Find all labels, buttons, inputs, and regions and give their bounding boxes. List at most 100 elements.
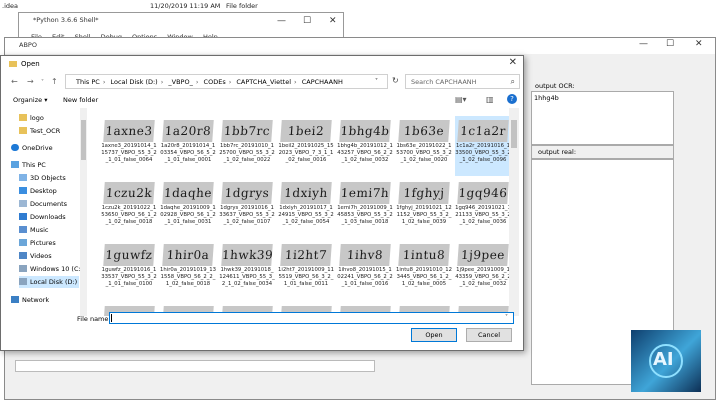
new-folder-button[interactable]: New folder [63,96,98,104]
file-tile[interactable]: 1axne3 1axne3_20191014_115737_VBPO_55_3_2… [101,116,157,176]
minimize-icon[interactable]: — [639,39,648,49]
view-options-icon[interactable]: ▤▾ [455,95,467,104]
captcha-thumbnail: 1hir0a [162,244,214,266]
file-tile[interactable]: 1a20r8 1a20r8_20191014_103354_VBPO_56_5_2… [160,116,216,176]
nav-item-downloads[interactable]: Downloads [19,211,66,223]
nav-label: logo [30,114,44,122]
file-tile[interactable]: 1hwk39 1hwk39_20191018_124611_VBPO_55_3_2… [219,240,275,300]
organize-button[interactable]: Organize ▾ [13,96,47,104]
file-name: 1dgrys_20191016_133637_VBPO_55_3_2_1_02_… [219,205,275,225]
file-tile[interactable]: 1dgrys 1dgrys_20191016_133637_VBPO_55_3_2… [219,178,275,238]
nav-item-music[interactable]: Music [19,224,49,236]
nav-item-logo[interactable]: logo [19,112,44,124]
file-tile[interactable]: 1bei2 1beil2_20191025_152023_VBPO_7_3_1_1… [278,116,334,176]
network-icon [11,296,19,303]
address-bar[interactable]: This PC › Local Disk (D:) › _VBPO_ › CODEs ›… [65,74,388,89]
file-tile[interactable]: 1intu8 1intu8_20191010_123445_VBPO_56_1_2… [396,240,452,300]
file-tile[interactable]: 1ihv8 1ihvo8_20191015_102241_VBPO_56_2_2_… [337,240,393,300]
breadcrumb-capchaanh[interactable]: CAPCHAANH [302,78,343,86]
open-button[interactable]: Open [411,328,457,342]
file-tile[interactable]: 1j9pee 1j9pee_20191009_143359_VBPO_56_2_2… [455,240,509,300]
nav-item-test-ocr[interactable]: Test_OCR [19,125,60,137]
nav-label: Windows 10 (C:) [30,265,84,273]
folder-icon [19,114,27,121]
cancel-button[interactable]: Cancel [466,328,512,342]
nav-item-3d-objects[interactable]: 3D Objects [19,172,66,184]
file-name: 1bhg4b_20191012_143257_VBPO_56_2_2_1_02_… [337,143,393,163]
nav-item-windows-c[interactable]: Windows 10 (C:) [19,263,83,275]
nav-label: Downloads [30,213,66,221]
nav-item-local-disk-d[interactable]: Local Disk (D:) [19,276,79,288]
breadcrumb-this-pc[interactable]: This PC [76,78,100,86]
close-icon[interactable]: ✕ [695,39,703,49]
file-name: 1hir0a_20191019_131558_VBPO_56_2_2_1_02_… [160,267,216,287]
file-tile[interactable]: 1czu2k 1czu2k_20191022_153650_VBPO_56_1_2… [101,178,157,238]
desktop-icon [19,187,27,194]
captcha-thumbnail: 1daqhe [162,182,214,204]
folder-name: .idea [2,2,18,10]
nav-item-onedrive[interactable]: OneDrive [11,142,53,154]
file-grid-scrollbar-thumb[interactable] [511,120,517,148]
search-input[interactable]: Search CAPCHAANH ⌕ [405,74,520,89]
file-tile[interactable]: 1hir0a 1hir0a_20191019_131558_VBPO_56_2_2… [160,240,216,300]
file-tile[interactable]: 1emi7h 1emi7h_20191009_145853_VBPO_55_3_2… [337,178,393,238]
close-icon[interactable]: ✕ [509,57,517,68]
open-dialog: Open ✕ ← → ˅ ↑ This PC › Local Disk (D:) ›… [0,55,524,351]
file-tile[interactable]: 1i2ht7 1i2ht7_20191009_115519_VBPO_56_3_2… [278,240,334,300]
bottom-input-field[interactable] [15,360,375,372]
file-name: 1beil2_20191025_152023_VBPO_7_3_1_1_02_f… [278,143,334,163]
file-tile[interactable]: 1gq946 1gq946_20191021_121133_VBPO_55_3_2… [455,178,509,238]
up-arrow-icon[interactable]: ↑ [51,77,58,86]
nav-item-pictures[interactable]: Pictures [19,237,56,249]
nav-item-desktop[interactable]: Desktop [19,185,57,197]
nav-item-videos[interactable]: Videos [19,250,52,262]
captcha-thumbnail: 1ihv8 [339,244,391,266]
nav-scrollbar-thumb[interactable] [81,120,86,160]
close-icon[interactable]: ✕ [329,16,337,26]
captcha-thumbnail: 1j9pee [457,244,509,266]
back-arrow-icon[interactable]: ← [11,77,18,86]
file-tile[interactable]: 1c1a2r 1c1a2r_20191016_133500_VBPO_55_3_2… [455,116,509,176]
preview-pane-icon[interactable]: ▥ [486,95,494,104]
abpo-title: ABPO [19,41,37,49]
captcha-thumbnail: 1intu8 [398,244,450,266]
file-tile[interactable]: 1b63e 1bs63e_20191022_153700_VBPO_55_3_2_… [396,116,452,176]
nav-label: Desktop [30,187,57,195]
help-icon[interactable]: ? [507,94,517,104]
file-name: 1j9pee_20191009_143359_VBPO_56_2_2_1_02_… [455,267,509,287]
captcha-thumbnail: 1c1a2r [457,120,509,142]
file-tile[interactable]: 1fghyj 1fghyj_20191021_121152_VBPO_55_3_2… [396,178,452,238]
breadcrumb-vbpo[interactable]: _VBPO_ [168,78,192,86]
breadcrumb-codes[interactable]: CODEs [204,78,226,86]
file-tile[interactable]: 1daqhe 1daqhe_20191009_102928_VBPO_56_1_2… [160,178,216,238]
file-name: 1bb7rc_20191010_125700_VBPO_55_3_2_1_02_… [219,143,275,163]
nav-item-documents[interactable]: Documents [19,198,67,210]
file-tile[interactable]: 1dxiyh 1dxiyh_20191017_124915_VBPO_55_3_2… [278,178,334,238]
file-name: 1guwfz_20191016_133537_VBPO_55_3_2_1_01_… [101,267,157,287]
forward-arrow-icon[interactable]: → [27,77,34,86]
chevron-down-icon[interactable]: ˅ [41,79,44,86]
captcha-thumbnail: 1fghyj [398,182,450,204]
folder-icon [19,127,27,134]
nav-item-this-pc[interactable]: This PC [11,159,46,171]
chevron-right-icon: › [102,78,106,86]
maximize-icon[interactable]: ☐ [303,16,311,26]
chevron-down-icon[interactable]: ˅ [375,78,378,85]
maximize-icon[interactable]: ☐ [666,39,674,49]
captcha-thumbnail: 1bhg4b [339,120,391,142]
output-ocr-field[interactable]: 1hhg4b [531,91,674,145]
nav-label: Network [22,296,50,304]
chevron-down-icon[interactable]: ˅ [505,314,508,321]
ai-logo: AI [631,330,701,392]
nav-item-network[interactable]: Network [11,294,49,306]
nav-label: OneDrive [22,144,53,152]
file-tile[interactable]: 1bhg4b 1bhg4b_20191012_143257_VBPO_56_2_2… [337,116,393,176]
refresh-icon[interactable]: ↻ [392,76,399,85]
file-name: 1intu8_20191010_123445_VBPO_56_1_2_1_02_… [396,267,453,287]
file-name-input[interactable] [109,312,514,324]
file-tile[interactable]: 1guwfz 1guwfz_20191016_133537_VBPO_55_3_2… [101,240,157,300]
breadcrumb-captcha-viettel[interactable]: CAPTCHA_Viettel [236,78,291,86]
breadcrumb-local-disk[interactable]: Local Disk (D:) [111,78,158,86]
file-tile[interactable]: 1bb7rc 1bb7rc_20191010_125700_VBPO_55_3_2… [219,116,275,176]
minimize-icon[interactable]: — [277,16,286,26]
